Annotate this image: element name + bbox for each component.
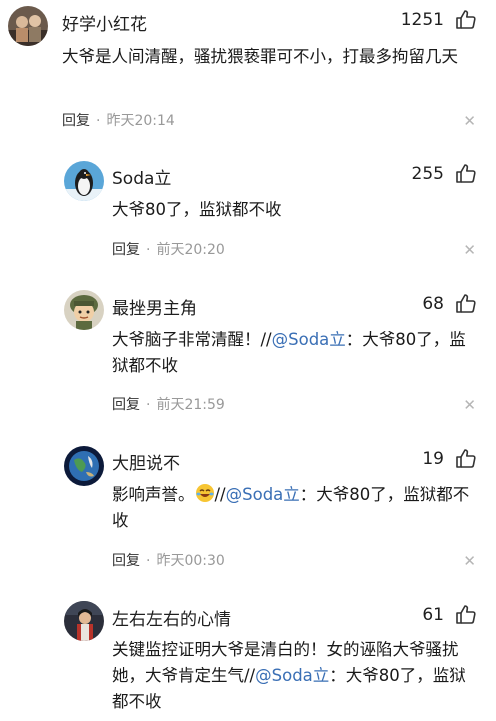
separator-dot: · — [146, 397, 151, 413]
comment-text: 影响声誉。//@Soda立：大爷80了，监狱都不收 — [112, 482, 474, 534]
separator-dot: · — [146, 242, 151, 258]
comment-text: 大爷80了，监狱都不收 — [112, 200, 282, 219]
comment-text: 关键监控证明大爷是清白的！女的诬陷大爷骚扰她，大爷肯定生气//@Soda立：大爷… — [112, 637, 474, 715]
avatar-image — [64, 601, 104, 641]
username[interactable]: 最挫男主角 — [112, 294, 197, 319]
timestamp: 昨天20:14 — [106, 113, 175, 129]
comment-item: 好学小红花 1251 大爷是人间清醒，骚扰猥亵罪可不小，打最多拘留几天 回复 · 昨… — [0, 0, 496, 150]
like-count: 1251 — [400, 10, 444, 30]
avatar[interactable] — [64, 601, 104, 641]
username[interactable]: 大胆说不 — [112, 449, 180, 474]
thumbs-up-icon[interactable] — [454, 447, 478, 471]
avatar[interactable] — [8, 6, 48, 46]
separator-dot: · — [96, 113, 101, 129]
avatar[interactable] — [64, 161, 104, 201]
comment-text: 大爷是人间清醒，骚扰猥亵罪可不小，打最多拘留几天 — [62, 47, 458, 66]
close-icon[interactable]: ✕ — [463, 552, 476, 570]
avatar-image — [8, 6, 48, 46]
separator-dot: · — [146, 553, 151, 569]
like-count: 61 — [422, 605, 444, 625]
laughing-tears-emoji-icon — [195, 484, 214, 502]
comment-text-part: 影响声誉。 — [112, 485, 195, 504]
timestamp: 前天20:20 — [156, 242, 225, 258]
avatar[interactable] — [64, 446, 104, 486]
avatar[interactable] — [64, 290, 104, 330]
close-icon[interactable]: ✕ — [463, 396, 476, 414]
comment-text: 大爷脑子非常清醒！//@Soda立：大爷80了，监狱都不收 — [112, 327, 474, 379]
timestamp: 前天21:59 — [156, 397, 225, 413]
avatar-image — [64, 446, 104, 486]
comment-meta: 回复 · 前天21:59 — [112, 394, 225, 414]
like-count: 68 — [422, 294, 444, 314]
like-count: 255 — [411, 164, 444, 184]
close-icon[interactable]: ✕ — [463, 241, 476, 259]
reply-button[interactable]: 回复 — [112, 397, 140, 413]
thumbs-up-icon[interactable] — [454, 162, 478, 186]
username[interactable]: 好学小红花 — [62, 10, 147, 35]
timestamp: 昨天00:30 — [156, 553, 225, 569]
close-icon[interactable]: ✕ — [463, 112, 476, 130]
comment-text-part: 大爷脑子非常清醒！// — [112, 330, 272, 349]
reply-item: 大胆说不 19 影响声誉。//@Soda立：大爷80了，监狱都不收 回复 · 昨天0… — [0, 440, 496, 595]
reply-button[interactable]: 回复 — [112, 553, 140, 569]
reply-button[interactable]: 回复 — [112, 242, 140, 258]
username[interactable]: 左右左右的心情 — [112, 605, 231, 630]
reply-item: Soda立 255 大爷80了，监狱都不收 回复 · 前天20:20 ✕ — [0, 150, 496, 285]
thumbs-up-icon[interactable] — [454, 603, 478, 627]
like-count: 19 — [422, 449, 444, 469]
reply-button[interactable]: 回复 — [62, 113, 90, 129]
mention-link[interactable]: @Soda立 — [272, 330, 346, 349]
comment-meta: 回复 · 昨天00:30 — [112, 550, 225, 570]
avatar-image — [64, 161, 104, 201]
thumbs-up-icon[interactable] — [454, 292, 478, 316]
avatar-image — [64, 290, 104, 330]
comment-text-part: // — [214, 485, 226, 504]
mention-link[interactable]: @Soda立 — [226, 485, 300, 504]
thumbs-up-icon[interactable] — [454, 8, 478, 32]
comment-meta: 回复 · 昨天20:14 — [62, 110, 175, 130]
reply-item: 左右左右的心情 61 关键监控证明大爷是清白的！女的诬陷大爷骚扰她，大爷肯定生气… — [0, 595, 496, 721]
reply-item: 最挫男主角 68 大爷脑子非常清醒！//@Soda立：大爷80了，监狱都不收 回… — [0, 285, 496, 440]
username[interactable]: Soda立 — [112, 164, 171, 189]
comment-meta: 回复 · 前天20:20 — [112, 239, 225, 259]
mention-link[interactable]: @Soda立 — [255, 666, 329, 685]
